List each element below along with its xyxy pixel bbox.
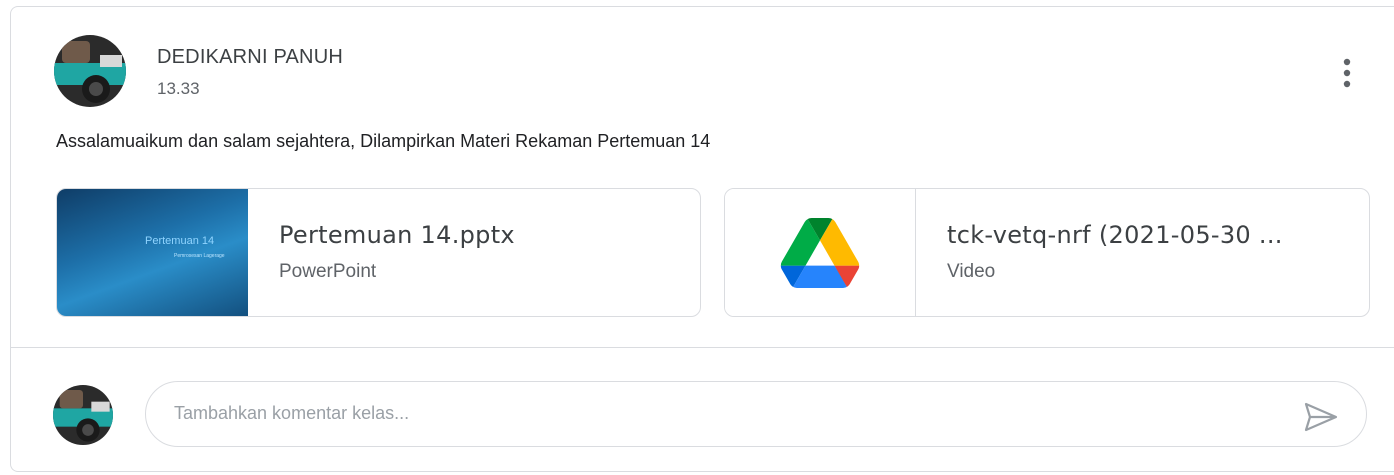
google-drive-icon [780,217,860,288]
post-author-name: DEDIKARNI PANUH [157,46,343,68]
attachment-thumbnail [725,189,916,316]
attachment-type: Video [947,261,996,282]
author-avatar[interactable] [54,35,126,107]
post-options-button[interactable] [1329,55,1365,91]
attachment-title: Pertemuan 14.pptx [279,221,515,249]
thumbnail-slide-title: Pertemuan 14 [145,235,215,247]
attachment-powerpoint[interactable]: Pertemuan 14 Pemrosesan Lagerage Pertemu… [56,188,701,317]
attachment-drive-video[interactable]: tck-vetq-nrf (2021-05-30 ... Video [724,188,1370,317]
thumbnail-slide-subtitle: Pemrosesan Lagerage [174,253,225,259]
post-timestamp: 13.33 [157,79,200,98]
avatar-image [53,385,113,445]
current-user-avatar [53,385,113,445]
post-body-text: Assalamuaikum dan salam sejahtera, Dilam… [56,131,711,151]
send-comment-button[interactable] [1301,397,1341,437]
more-vert-icon [1343,58,1351,88]
attachment-type: PowerPoint [279,261,377,282]
attachment-title: tck-vetq-nrf (2021-05-30 ... [947,221,1283,249]
attachment-thumbnail: Pertemuan 14 Pemrosesan Lagerage [57,189,248,316]
send-icon [1304,402,1338,432]
comment-divider [11,347,1394,348]
stream-post-card: DEDIKARNI PANUH 13.33 Assalamuaikum dan … [10,6,1394,472]
avatar-image [54,35,126,107]
comment-placeholder: Tambahkan komentar kelas... [174,403,410,423]
class-comment-input[interactable]: Tambahkan komentar kelas... [145,381,1367,447]
